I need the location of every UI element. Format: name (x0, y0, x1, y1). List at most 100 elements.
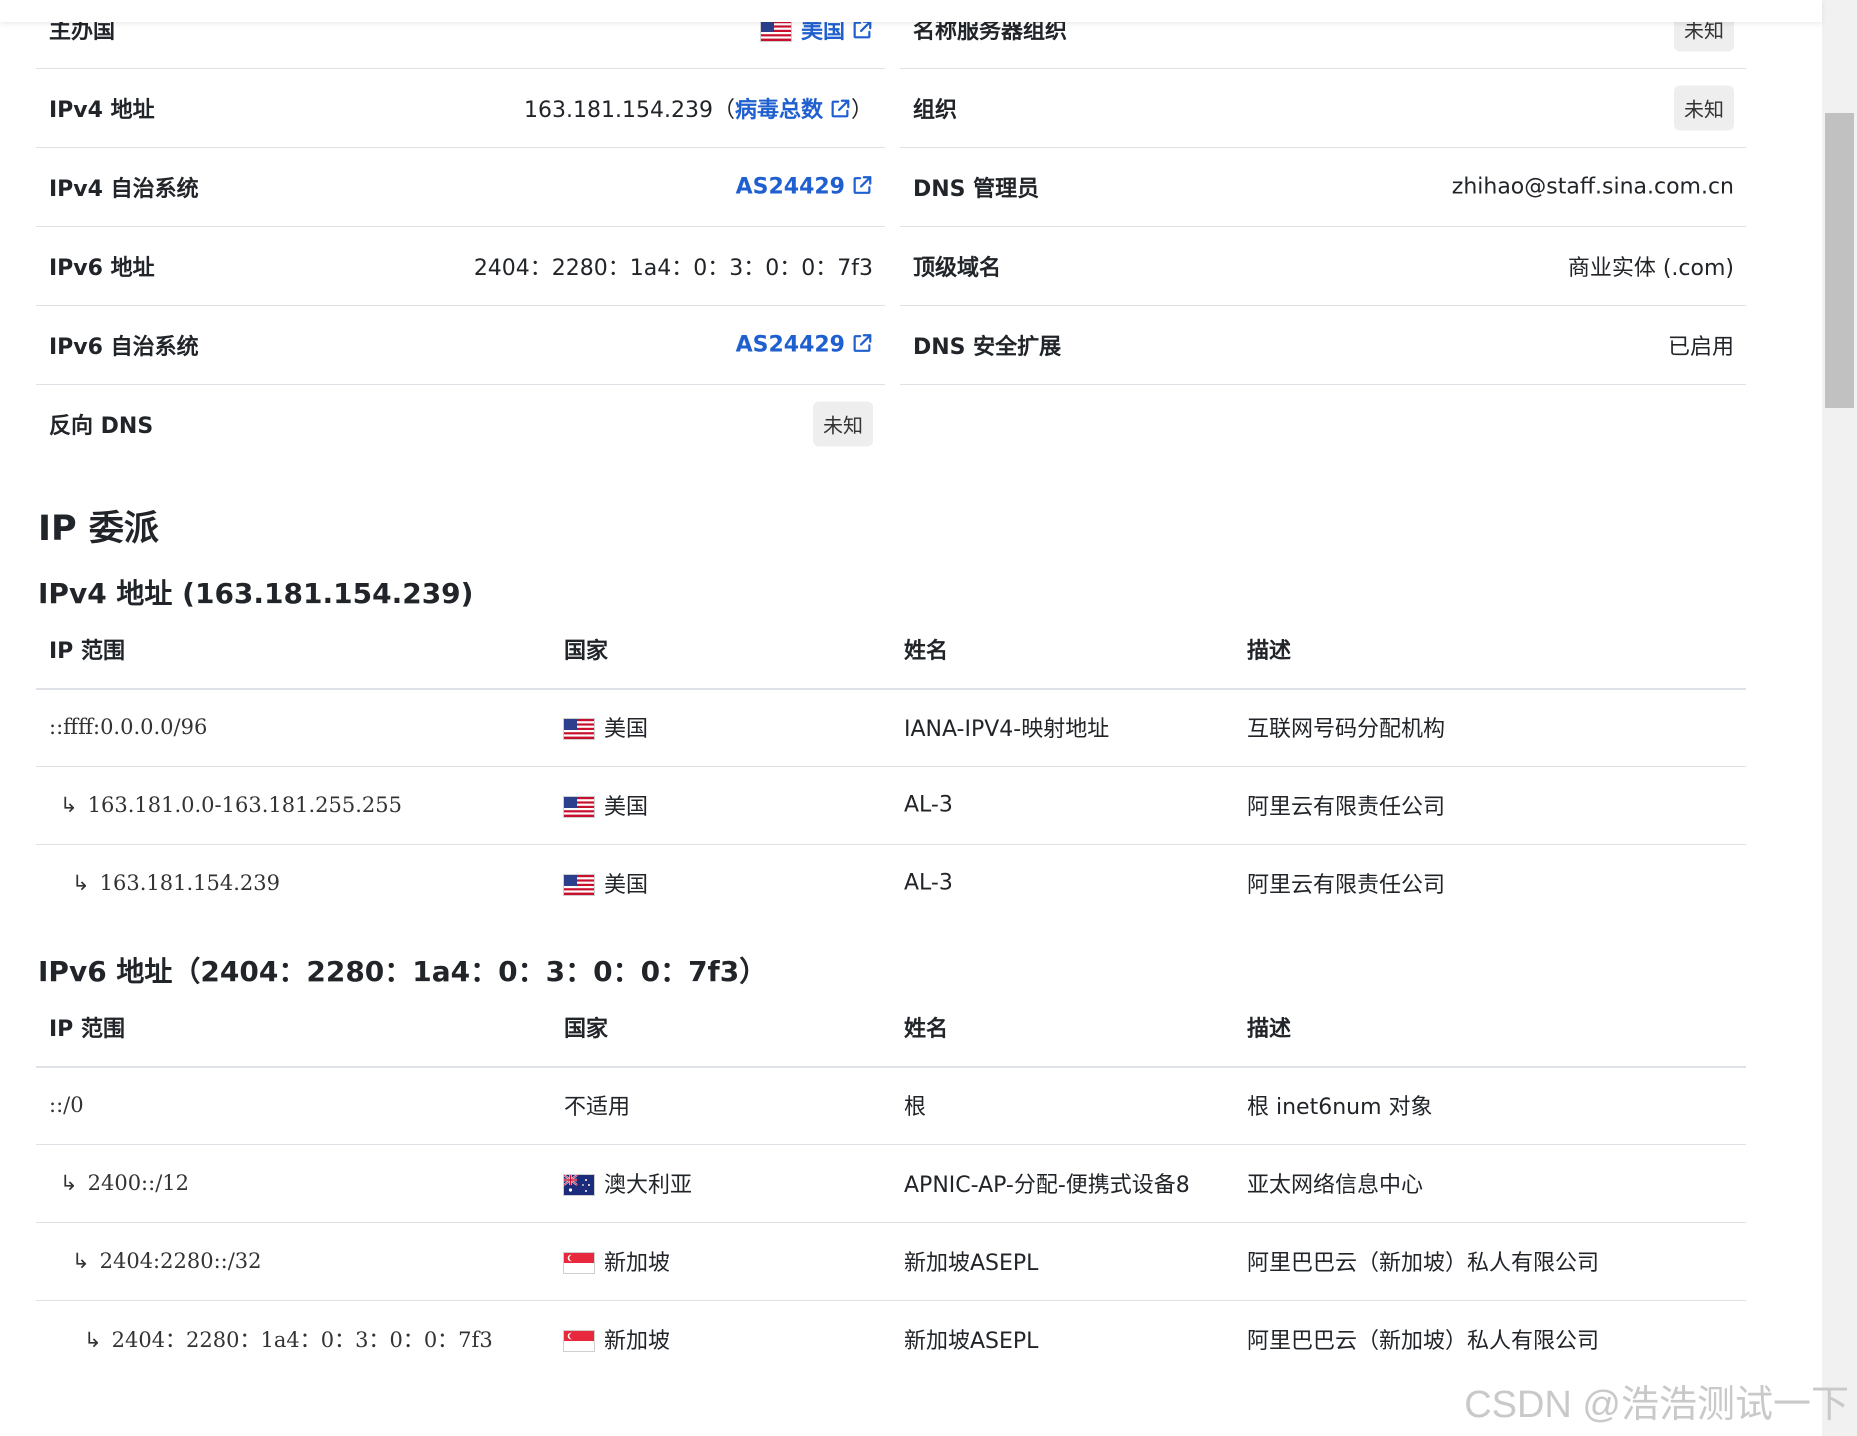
us-flag-icon (564, 875, 594, 895)
summary-row-dns-admin: DNS 管理员 zhihao@staff.sina.com.cn (900, 148, 1746, 227)
paren-open: （ (712, 98, 735, 123)
netname: AL-3 (904, 792, 953, 818)
netname: APNIC-AP-分配-便携式设备8 (904, 1173, 1190, 1198)
summary-label: DNS 管理员 (913, 177, 1040, 202)
country-cell: 澳大利亚 (564, 1167, 692, 1199)
country-cell: 美国 (564, 867, 648, 899)
ip-range-cell: ↳ 2404:2280::/32 (72, 1249, 262, 1273)
summary-label: DNS 安全扩展 (913, 335, 1062, 360)
child-arrow-icon: ↳ (72, 1249, 90, 1273)
asn-link[interactable]: AS24429 (736, 175, 845, 200)
country-name: 美国 (604, 717, 649, 742)
summary-label: IPv6 自治系统 (49, 335, 199, 360)
scrollbar-thumb[interactable] (1825, 113, 1854, 408)
description: 互联网号码分配机构 (1247, 717, 1446, 742)
dnssec-value: 已启用 (1667, 335, 1734, 360)
netname: 根 (904, 1095, 927, 1120)
unknown-badge: 未知 (813, 401, 873, 447)
country-cell: 新加坡 (564, 1323, 670, 1355)
external-link-icon[interactable] (851, 175, 873, 197)
table-header: IP 范围 国家 姓名 描述 (36, 610, 1746, 690)
summary-row-ipv4: IPv4 地址 163.181.154.239（病毒总数 ） (36, 69, 885, 148)
table-row: ↳ 163.181.0.0-163.181.255.255 美国 AL-3 阿里云… (36, 766, 1746, 845)
country-name: 不适用 (564, 1095, 631, 1120)
column-header: IP 范围 (49, 1017, 125, 1042)
ipv4-table-title: IPv4 地址 (163.181.154.239) (38, 577, 474, 610)
country-cell: 新加坡 (564, 1245, 670, 1277)
ip-range: 2404：2280：1a4：0：3：0：0：7f3 (111, 1328, 493, 1352)
summary-label: IPv4 地址 (49, 98, 155, 123)
column-header: IP 范围 (49, 639, 125, 664)
asn-link[interactable]: AS24429 (736, 333, 845, 358)
table-row: ↳ 2400::/12 澳大利亚 APNIC-AP-分配-便携式设备8 亚太网络信… (36, 1144, 1746, 1223)
country-name: 新加坡 (604, 1329, 671, 1354)
column-header: 姓名 (904, 639, 949, 664)
ip-range: 163.181.154.239 (99, 871, 280, 895)
netname: 新加坡ASEPL (904, 1329, 1039, 1354)
ip-range-cell: ↳ 163.181.154.239 (72, 871, 280, 895)
summary-label: 组织 (913, 98, 958, 123)
ip-range: ::ffff:0.0.0.0/96 (49, 715, 208, 739)
table-row: ::/0 不适用 根 根 inet6num 对象 (36, 1066, 1746, 1145)
child-arrow-icon: ↳ (60, 1171, 78, 1195)
ip-range-cell: ↳ 2404：2280：1a4：0：3：0：0：7f3 (84, 1324, 493, 1354)
au-flag-icon (564, 1175, 594, 1195)
netname: AL-3 (904, 870, 953, 896)
description: 阿里云有限责任公司 (1247, 795, 1446, 820)
child-arrow-icon: ↳ (84, 1328, 102, 1352)
summary-row-ipv6-asn: IPv6 自治系统 AS24429 (36, 306, 885, 385)
ip-range-cell: ↳ 163.181.0.0-163.181.255.255 (60, 793, 402, 817)
external-link-icon[interactable] (829, 98, 851, 120)
description: 阿里巴巴云（新加坡）私人有限公司 (1247, 1251, 1600, 1276)
country-cell: 美国 (564, 789, 648, 821)
summary-value[interactable]: AS24429 (736, 175, 873, 200)
summary-value: 163.181.154.239（病毒总数 ） (524, 92, 873, 124)
ip-range: ::/0 (49, 1093, 84, 1117)
ipv4-value: 163.181.154.239 (524, 98, 713, 123)
us-flag-icon (564, 797, 594, 817)
column-header: 国家 (564, 639, 609, 664)
table-row: ↳ 2404:2280::/32 新加坡 新加坡ASEPL 阿里巴巴云（新加坡）私… (36, 1222, 1746, 1301)
table-row: ↳ 2404：2280：1a4：0：3：0：0：7f3 新加坡 新加坡ASEPL … (36, 1300, 1746, 1378)
child-arrow-icon: ↳ (72, 871, 90, 895)
unknown-badge: 未知 (1674, 85, 1734, 131)
summary-value[interactable]: AS24429 (736, 333, 873, 358)
vertical-scrollbar[interactable] (1822, 0, 1857, 1436)
paren-close: ） (850, 98, 873, 123)
virustotal-link[interactable]: 病毒总数 (735, 98, 823, 123)
summary-label: IPv4 自治系统 (49, 177, 199, 202)
page-top-edge (0, 0, 1822, 22)
summary-label: 反向 DNS (49, 414, 154, 439)
country-cell: 美国 (564, 711, 648, 743)
external-link-icon[interactable] (851, 333, 873, 355)
summary-row-reverse-dns: 反向 DNS 未知 (36, 385, 885, 463)
country-name: 美国 (604, 795, 649, 820)
netname: IANA-IPV4-映射地址 (904, 717, 1110, 742)
summary-row-ipv4-asn: IPv4 自治系统 AS24429 (36, 148, 885, 227)
watermark: CSDN @浩浩测试一下 (1464, 1384, 1849, 1426)
description: 阿里巴巴云（新加坡）私人有限公司 (1247, 1329, 1600, 1354)
description: 根 inet6num 对象 (1247, 1095, 1433, 1120)
table-row: ↳ 163.181.154.239 美国 AL-3 阿里云有限责任公司 (36, 844, 1746, 922)
table-row: ::ffff:0.0.0.0/96 美国 IANA-IPV4-映射地址 互联网号… (36, 688, 1746, 767)
description: 亚太网络信息中心 (1247, 1173, 1424, 1198)
us-flag-icon (761, 21, 791, 41)
section-title: IP 委派 (38, 509, 159, 549)
ip-range-cell: ↳ 2400::/12 (60, 1171, 189, 1195)
summary-row-dnssec: DNS 安全扩展 已启用 (900, 306, 1746, 385)
summary-row-tld: 顶级域名 商业实体 (.com) (900, 227, 1746, 306)
country-link[interactable]: 美国 (801, 19, 845, 44)
ipv6-table-title: IPv6 地址（2404：2280：1a4：0：3：0：0：7f3） (38, 955, 768, 988)
summary-row-org: 组织 未知 (900, 69, 1746, 148)
sg-flag-icon (564, 1253, 594, 1273)
table-header: IP 范围 国家 姓名 描述 (36, 988, 1746, 1068)
ip-range: 2404:2280::/32 (99, 1249, 262, 1273)
external-link-icon[interactable] (851, 19, 873, 41)
description: 阿里云有限责任公司 (1247, 873, 1446, 898)
ip-range: 163.181.0.0-163.181.255.255 (87, 793, 402, 817)
child-arrow-icon: ↳ (60, 793, 78, 817)
ipv6-value: 2404：2280：1a4：0：3：0：0：7f3 (473, 256, 873, 281)
tld-value: 商业实体 (.com) (1567, 256, 1734, 281)
sg-flag-icon (564, 1331, 594, 1351)
summary-row-ipv6: IPv6 地址 2404：2280：1a4：0：3：0：0：7f3 (36, 227, 885, 306)
